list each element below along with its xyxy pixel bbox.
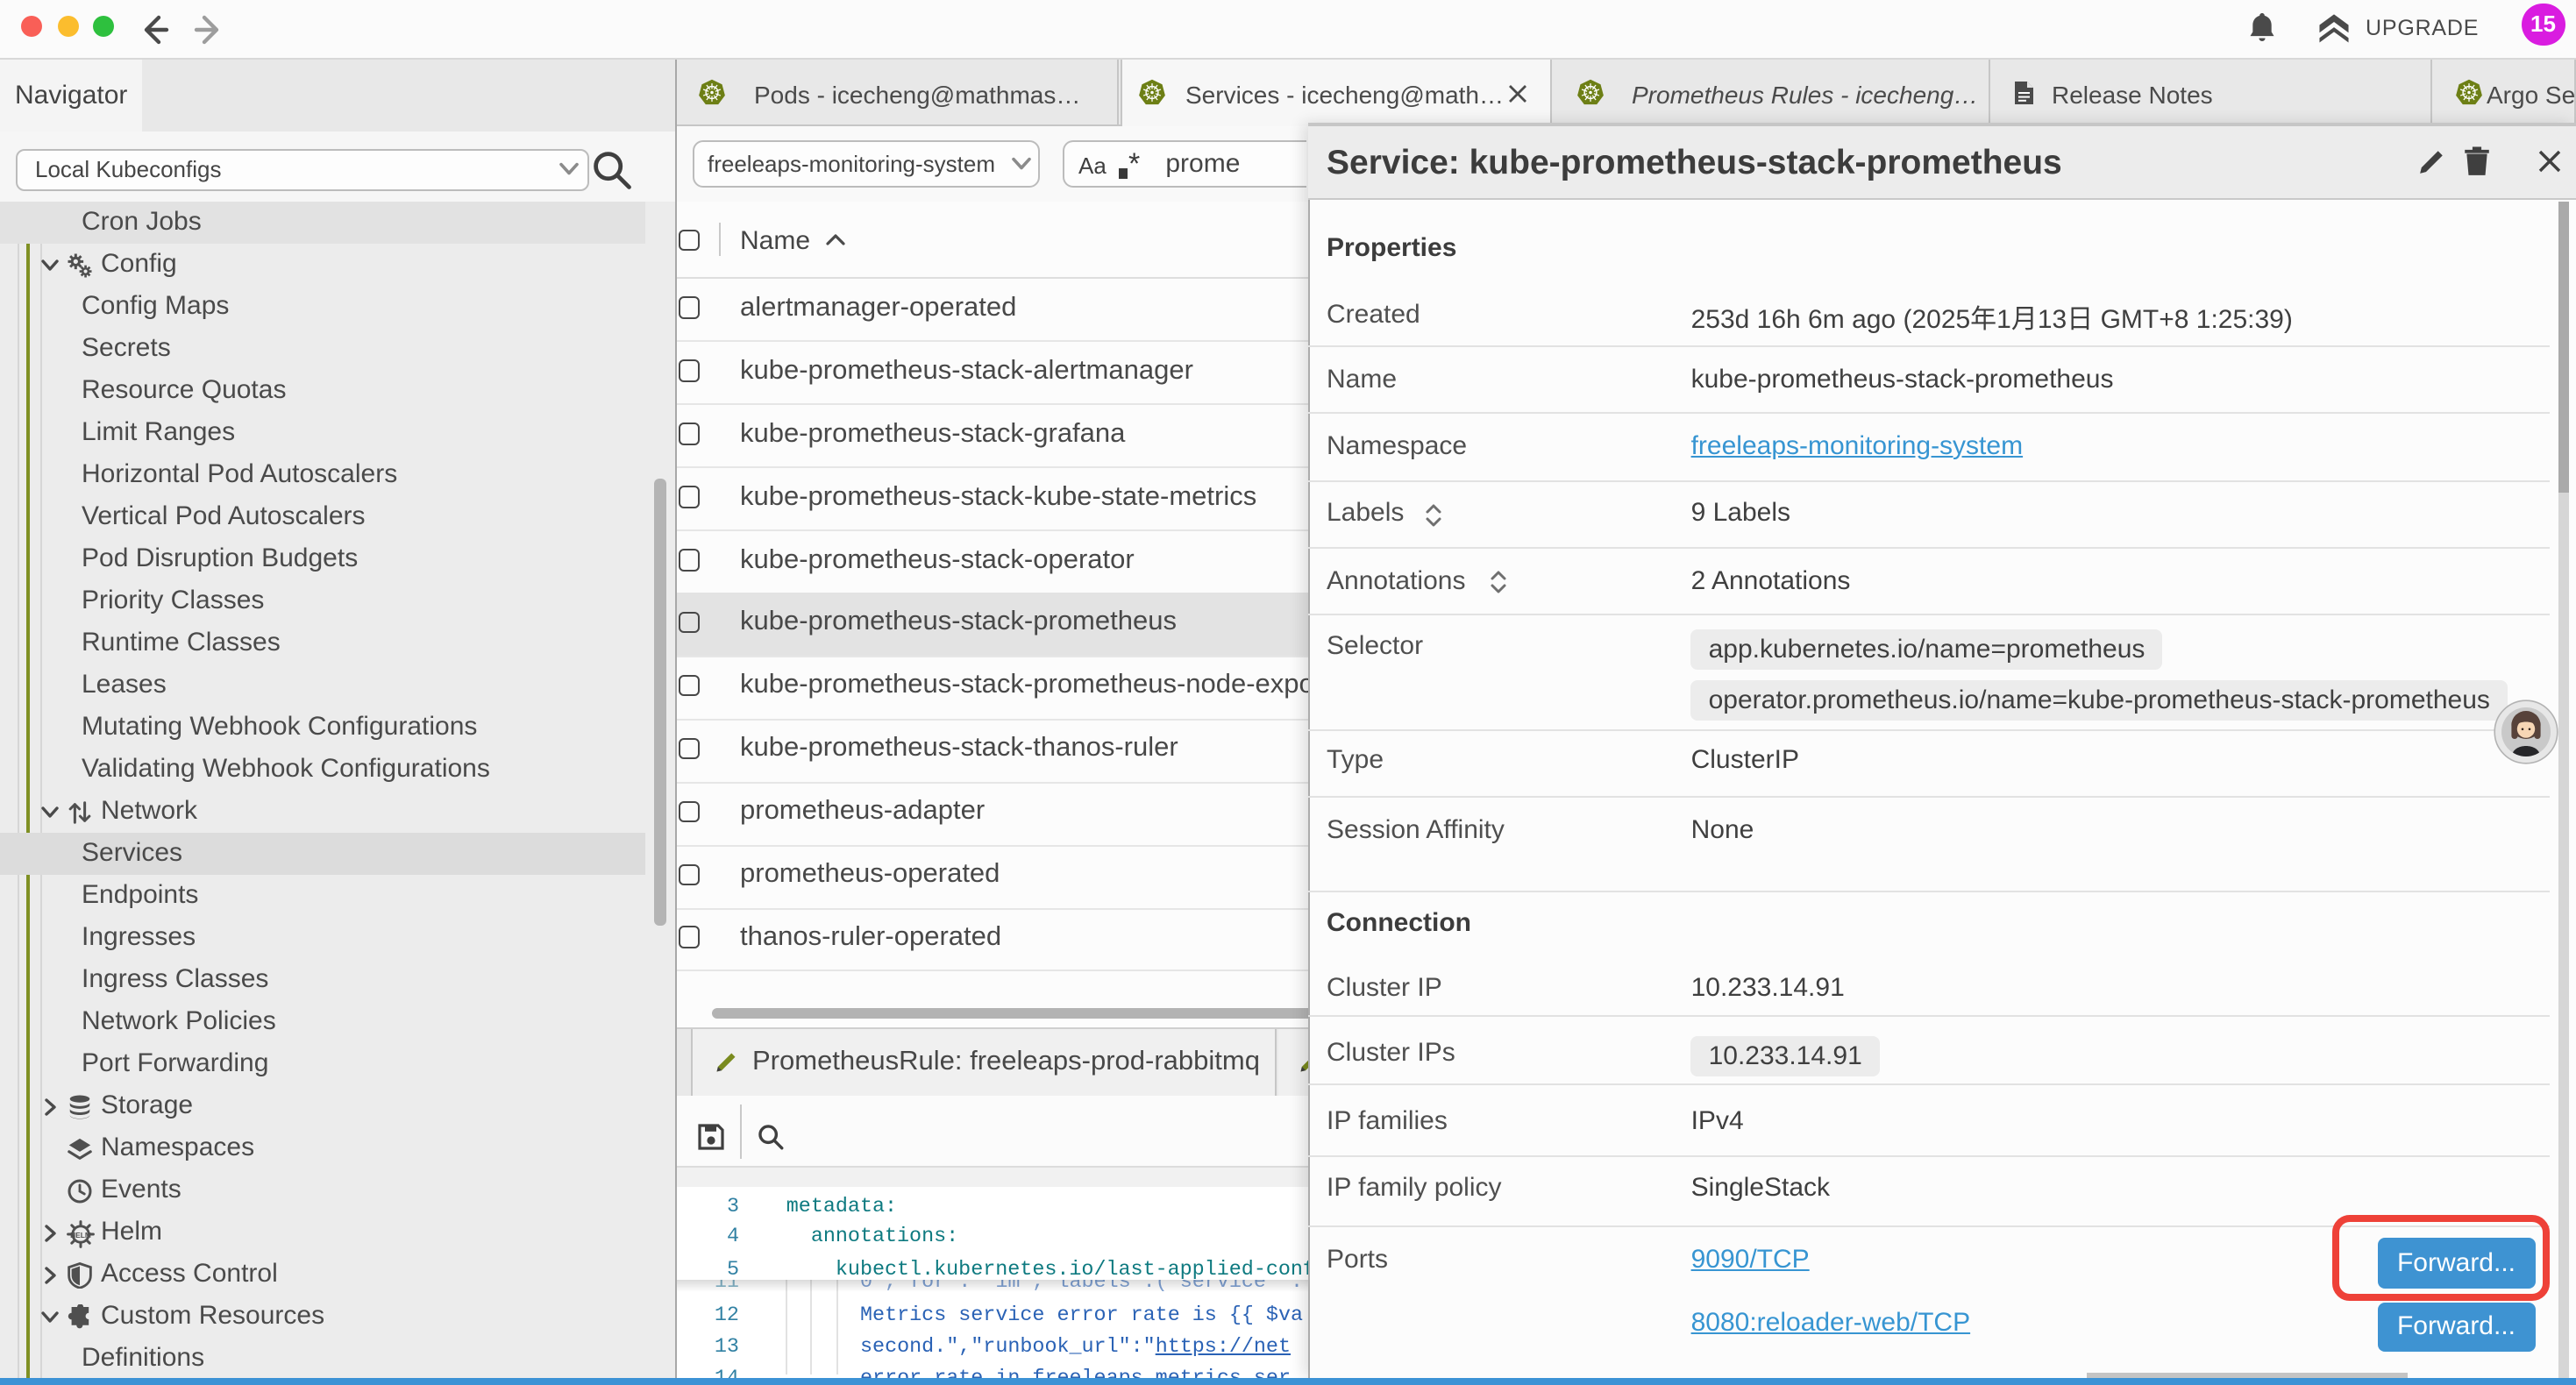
- svg-text:HELM: HELM: [70, 1230, 91, 1239]
